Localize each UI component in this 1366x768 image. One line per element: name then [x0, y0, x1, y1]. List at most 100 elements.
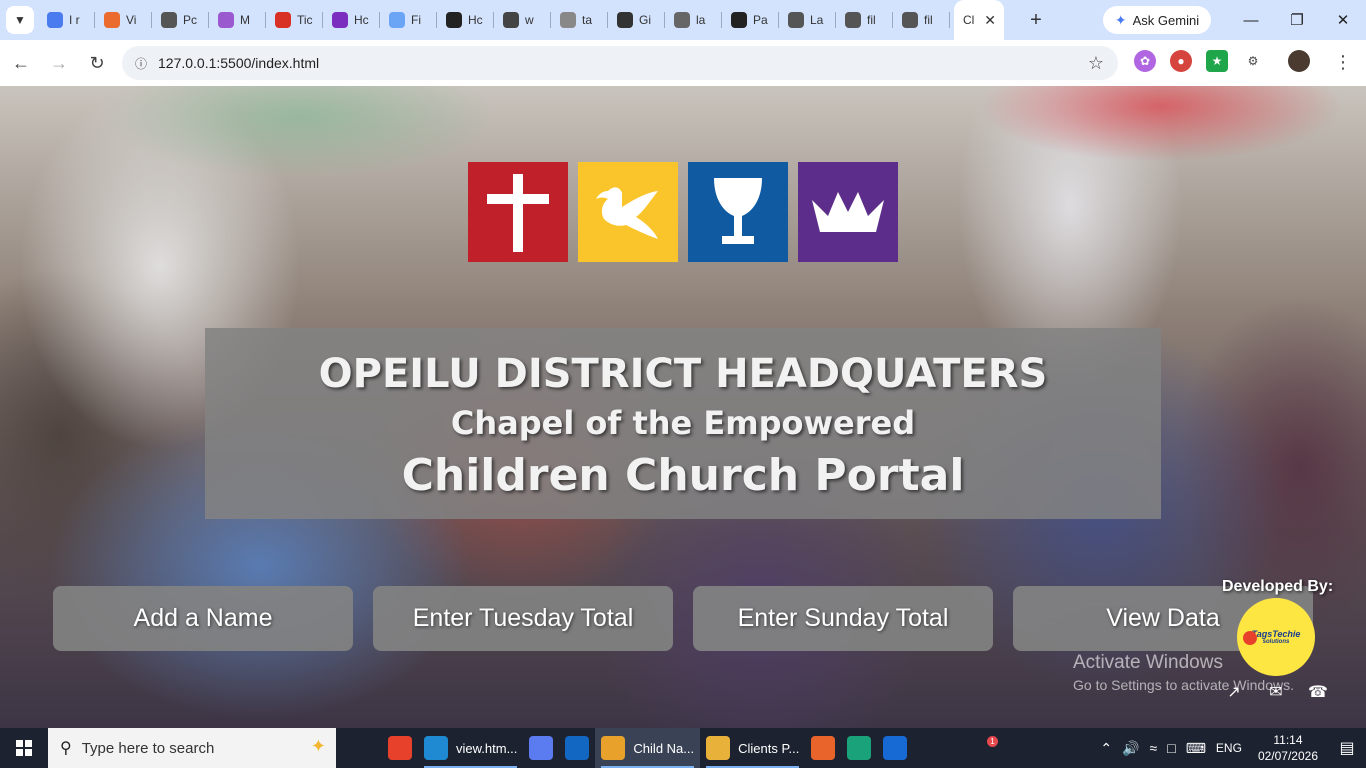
taskbar-item[interactable] [877, 728, 913, 768]
tab-list: I r Vi Pc M Tic Hc Fi Hc w ta Gi la Pa La fil fil [38, 0, 950, 40]
tab-search-chevron-icon[interactable]: ▼ [6, 6, 34, 34]
forward-arrow-icon[interactable]: → [42, 46, 76, 80]
taskbar-item-label: Child Na... [633, 740, 695, 756]
firefox-icon [811, 736, 836, 760]
browser-toolbar: ← → ↻ ⓘ 127.0.0.1:5500/index.html ☆ ✿ ● … [0, 40, 1366, 86]
browser-tab[interactable]: Pc [152, 0, 209, 40]
browser-tab[interactable]: Vi [95, 0, 152, 40]
phone-icon[interactable]: ☎ [1308, 682, 1328, 702]
volume-icon[interactable]: 🔊 [1122, 740, 1139, 757]
task-view-icon [352, 736, 376, 760]
folder-icon [706, 736, 731, 760]
teamviewer-icon [883, 736, 908, 760]
external-link-icon[interactable]: ↗ [1224, 682, 1244, 702]
tab-title: Pa [753, 13, 768, 27]
taskbar-item[interactable] [523, 728, 559, 768]
browser-tab-strip: ▼ I r Vi Pc M Tic Hc Fi Hc w ta Gi la Pa La fil fil Cl … [0, 0, 1366, 40]
contact-icons: ↗ ✉ ☎ [1224, 682, 1328, 702]
chatgpt-icon [161, 12, 177, 28]
restore-icon[interactable]: ❐ [1274, 0, 1320, 40]
extensions-puzzle-icon[interactable]: ⚙ [1242, 50, 1264, 72]
bookmark-star-icon[interactable]: ☆ [1088, 53, 1104, 74]
browser-tab[interactable]: fil [893, 0, 950, 40]
profile-avatar[interactable] [1288, 50, 1310, 72]
taskbar-item[interactable]: Clients P... [700, 728, 805, 768]
extension-color-icon[interactable]: ● [1170, 50, 1192, 72]
app-icon [388, 736, 412, 760]
tab-title: w [525, 13, 534, 27]
browser-tab[interactable]: Gi [608, 0, 665, 40]
browser-tab[interactable]: I r [38, 0, 95, 40]
flower-icon [218, 12, 234, 28]
browser-tab[interactable]: w [494, 0, 551, 40]
system-tray: ⌃ 🔊 ≈ □ ⌨ ENG 11:14 02/07/2026 ▤ [1100, 728, 1366, 768]
title-panel: OPEILU DISTRICT HEADQUATERS Chapel of th… [205, 328, 1161, 519]
tab-title: Gi [639, 13, 651, 27]
taskbar-item[interactable] [382, 728, 418, 768]
taskbar-item-label: Clients P... [738, 740, 800, 756]
tab-title: ta [582, 13, 593, 27]
tab-title: Tic [297, 13, 313, 27]
browser-tab[interactable]: fil [836, 0, 893, 40]
browser-tab[interactable]: Tic [266, 0, 323, 40]
reload-icon[interactable]: ↻ [80, 46, 114, 80]
browser-tab[interactable]: La [779, 0, 836, 40]
browser-tab[interactable]: Hc [437, 0, 494, 40]
browser-tab[interactable]: la [665, 0, 722, 40]
browser-menu-icon[interactable]: ⋮ [1334, 52, 1352, 73]
developer-logo[interactable]: TagsTechie solutions [1237, 598, 1315, 676]
taskbar-search-box[interactable]: ⚲ Type here to search ✦ [48, 728, 336, 768]
address-bar[interactable]: ⓘ 127.0.0.1:5500/index.html ☆ [122, 46, 1118, 80]
tray-chevron-up-icon[interactable]: ⌃ [1100, 740, 1112, 757]
tab-close-icon[interactable]: ✕ [984, 12, 996, 29]
close-window-icon[interactable]: ✕ [1320, 0, 1366, 40]
clock[interactable]: 11:14 02/07/2026 [1258, 732, 1318, 764]
add-name-button[interactable]: Add a Name [53, 586, 353, 651]
new-tab-plus-icon[interactable]: + [1022, 6, 1050, 34]
taskbar-item[interactable] [559, 728, 595, 768]
tab-title: fil [867, 13, 876, 27]
browser-tab[interactable]: M [209, 0, 266, 40]
taskbar-item[interactable]: view.htm... [418, 728, 523, 768]
language-indicator[interactable]: ENG [1216, 741, 1242, 755]
network-icon[interactable]: ≈ [1150, 740, 1158, 756]
extension-brain-icon[interactable]: ✿ [1134, 50, 1156, 72]
minimize-icon[interactable]: — [1228, 0, 1274, 40]
tab-title: Cl [963, 13, 975, 27]
taskbar-item[interactable] [841, 728, 877, 768]
enter-sunday-total-button[interactable]: Enter Sunday Total [693, 586, 993, 651]
tab-title: Vi [126, 13, 137, 27]
email-icon[interactable]: ✉ [1266, 682, 1286, 702]
tab-title: fil [924, 13, 933, 27]
browser-tab[interactable]: Hc [323, 0, 380, 40]
keyboard-icon[interactable]: ⌨ [1186, 740, 1206, 757]
notification-badge: 1 [987, 736, 998, 747]
browser-tab[interactable]: Fi [380, 0, 437, 40]
tab-active[interactable]: Cl ✕ [954, 0, 1004, 40]
globe-icon [845, 12, 861, 28]
chalice-icon [688, 162, 788, 262]
url-text[interactable]: 127.0.0.1:5500/index.html [158, 55, 319, 71]
battery-icon[interactable]: □ [1167, 740, 1175, 756]
windows-start-icon[interactable] [0, 728, 48, 768]
ask-gemini-button[interactable]: ✦ Ask Gemini [1103, 6, 1211, 34]
image-icon [560, 12, 576, 28]
extension-green-icon[interactable]: ★ [1206, 50, 1228, 72]
back-arrow-icon[interactable]: ← [4, 46, 38, 80]
taskbar-item[interactable]: Child Na... [595, 728, 701, 768]
enter-tuesday-total-button[interactable]: Enter Tuesday Total [373, 586, 673, 651]
taskbar-item[interactable] [805, 728, 841, 768]
browser-tab[interactable]: ta [551, 0, 608, 40]
gmail-icon [104, 12, 120, 28]
dark-square-icon [446, 12, 462, 28]
dove-icon [578, 162, 678, 262]
developer-logo-mark-icon [1243, 631, 1257, 645]
extension-icons: ✿ ● ★ ⚙ [1134, 50, 1310, 72]
site-info-icon[interactable]: ⓘ [130, 52, 152, 74]
tab-title: Fi [411, 13, 421, 27]
taskbar-item[interactable] [346, 728, 382, 768]
vscode-icon [424, 736, 448, 760]
page-subtitle: Chapel of the Empowered [450, 404, 916, 442]
browser-tab[interactable]: Pa [722, 0, 779, 40]
action-center-icon[interactable]: ▤ [1328, 738, 1366, 758]
